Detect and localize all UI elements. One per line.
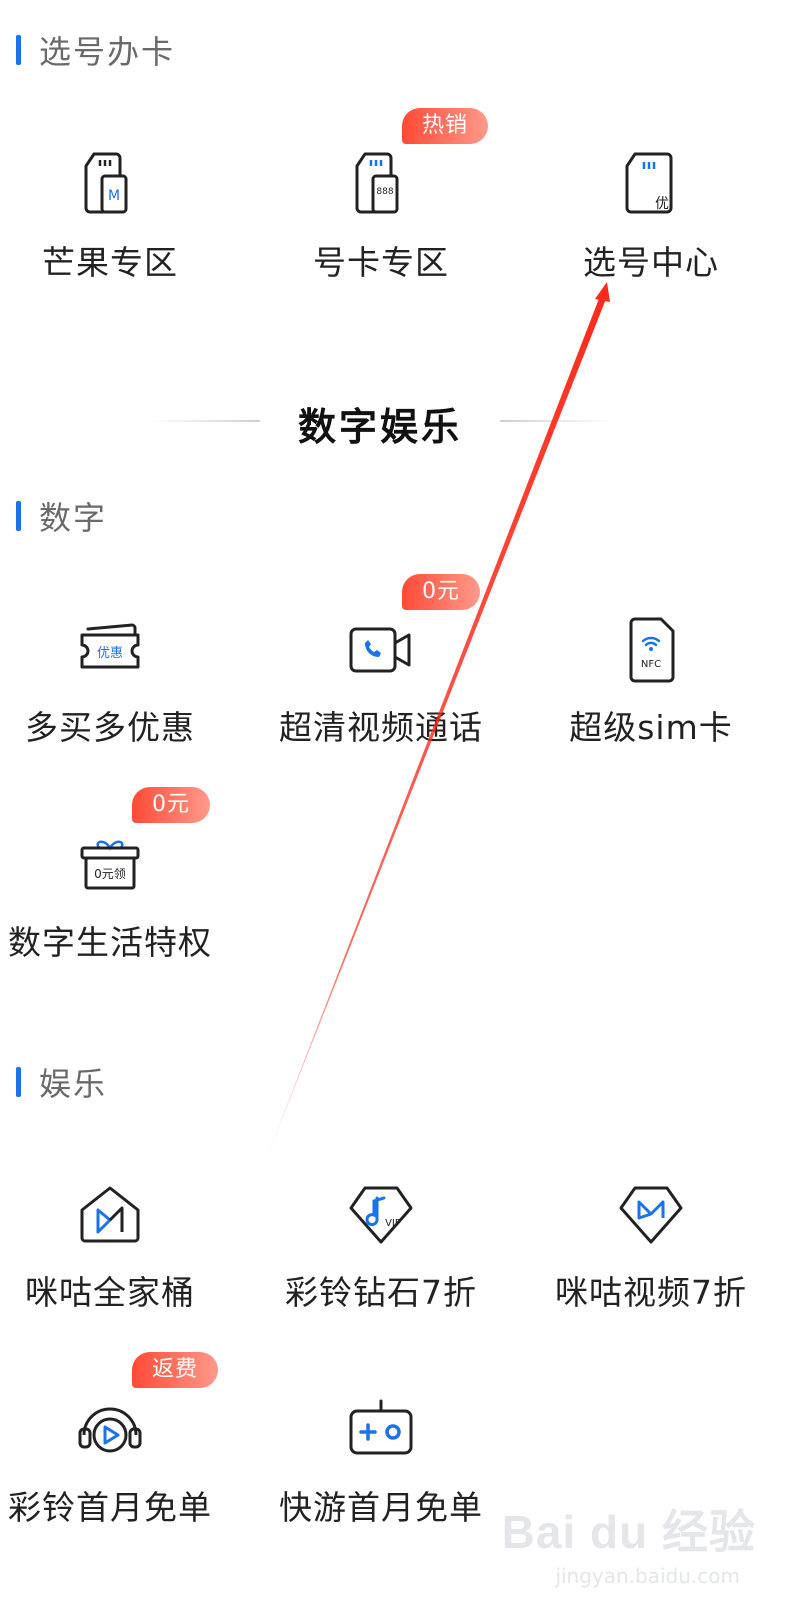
sim-you-text: 优 bbox=[655, 196, 669, 212]
migu-video-label: 咪咕视频7折 bbox=[555, 1273, 747, 1312]
digital-entertainment-title: 数字娱乐 bbox=[297, 405, 462, 449]
discount-item[interactable]: 优惠 多买多优惠 bbox=[0, 615, 240, 785]
section-accent-bar bbox=[16, 501, 21, 531]
digital-entertainment-heading: 数字娱乐 bbox=[0, 392, 802, 449]
sim-card-m-icon: M bbox=[74, 150, 146, 222]
mango-zone-item[interactable]: M 芒果专区 bbox=[0, 150, 240, 320]
hot-sale-badge: 热销 bbox=[402, 108, 489, 144]
section-accent-bar bbox=[16, 35, 21, 65]
number-card-zone-item[interactable]: 888 号卡专区 bbox=[251, 150, 511, 320]
section-title-text: 数字 bbox=[39, 499, 108, 537]
super-sim-label: 超级sim卡 bbox=[569, 708, 733, 747]
super-sim-item[interactable]: NFC 超级sim卡 bbox=[521, 615, 781, 785]
digital-life-item[interactable]: 0元领 数字生活特权 bbox=[0, 830, 240, 1000]
baidu-watermark: Bai du 经验 bbox=[501, 1506, 756, 1558]
coupon-text: 优惠 bbox=[97, 646, 123, 661]
migu-video-item[interactable]: 咪咕视频7折 bbox=[521, 1180, 781, 1350]
number-card-zone-label: 号卡专区 bbox=[313, 243, 449, 282]
ringtone-diamond-item[interactable]: VIP 彩铃钻石7折 bbox=[251, 1180, 511, 1350]
video-call-item[interactable]: 超清视频通话 bbox=[251, 615, 511, 785]
video-call-label: 超清视频通话 bbox=[279, 708, 483, 747]
number-center-label: 选号中心 bbox=[583, 243, 719, 282]
game-first-month-label: 快游首月免单 bbox=[279, 1488, 483, 1527]
migu-family-label: 咪咕全家桶 bbox=[25, 1273, 195, 1312]
sim-card-888-icon: 888 bbox=[345, 150, 417, 222]
migu-diamond-icon bbox=[615, 1180, 687, 1252]
gamepad-icon bbox=[345, 1395, 417, 1467]
headphone-play-icon bbox=[74, 1395, 146, 1467]
section-title-xuanhao: 选号办卡 bbox=[16, 30, 176, 71]
nfc-sim-icon: NFC bbox=[615, 615, 687, 687]
divider-line-right bbox=[500, 420, 615, 422]
section-title-text: 选号办卡 bbox=[39, 33, 176, 71]
nfc-text: NFC bbox=[641, 659, 661, 670]
section-title-text: 娱乐 bbox=[39, 1065, 108, 1103]
section-title-shuzi: 数字 bbox=[16, 496, 108, 537]
migu-home-icon bbox=[74, 1180, 146, 1252]
baidu-watermark-url: jingyan.baidu.com bbox=[555, 1564, 740, 1588]
sim-card-you-icon: 优 bbox=[615, 150, 687, 222]
video-call-icon bbox=[345, 615, 417, 687]
refund-badge: 返费 bbox=[132, 1352, 219, 1388]
gift-text: 0元领 bbox=[94, 867, 126, 881]
free-badge-digital-life: 0元 bbox=[132, 787, 210, 823]
section-accent-bar bbox=[16, 1067, 21, 1097]
sim-888-text: 888 bbox=[376, 187, 393, 197]
vip-text: VIP bbox=[385, 1218, 401, 1229]
game-first-month-item[interactable]: 快游首月免单 bbox=[251, 1395, 511, 1565]
migu-family-item[interactable]: 咪咕全家桶 bbox=[0, 1180, 240, 1350]
section-title-yule: 娱乐 bbox=[16, 1062, 108, 1103]
mango-zone-label: 芒果专区 bbox=[42, 243, 178, 282]
digital-life-label: 数字生活特权 bbox=[8, 923, 212, 962]
discount-label: 多买多优惠 bbox=[25, 708, 195, 747]
number-center-item[interactable]: 优 选号中心 bbox=[521, 150, 781, 320]
music-vip-icon: VIP bbox=[345, 1180, 417, 1252]
gift-box-icon: 0元领 bbox=[74, 830, 146, 902]
ringtone-diamond-label: 彩铃钻石7折 bbox=[285, 1273, 477, 1312]
ringtone-first-month-item[interactable]: 彩铃首月免单 bbox=[0, 1395, 240, 1565]
ringtone-first-month-label: 彩铃首月免单 bbox=[8, 1488, 212, 1527]
sim-m-text: M bbox=[108, 188, 120, 204]
coupon-icon: 优惠 bbox=[74, 615, 146, 687]
free-badge-video: 0元 bbox=[402, 574, 480, 610]
